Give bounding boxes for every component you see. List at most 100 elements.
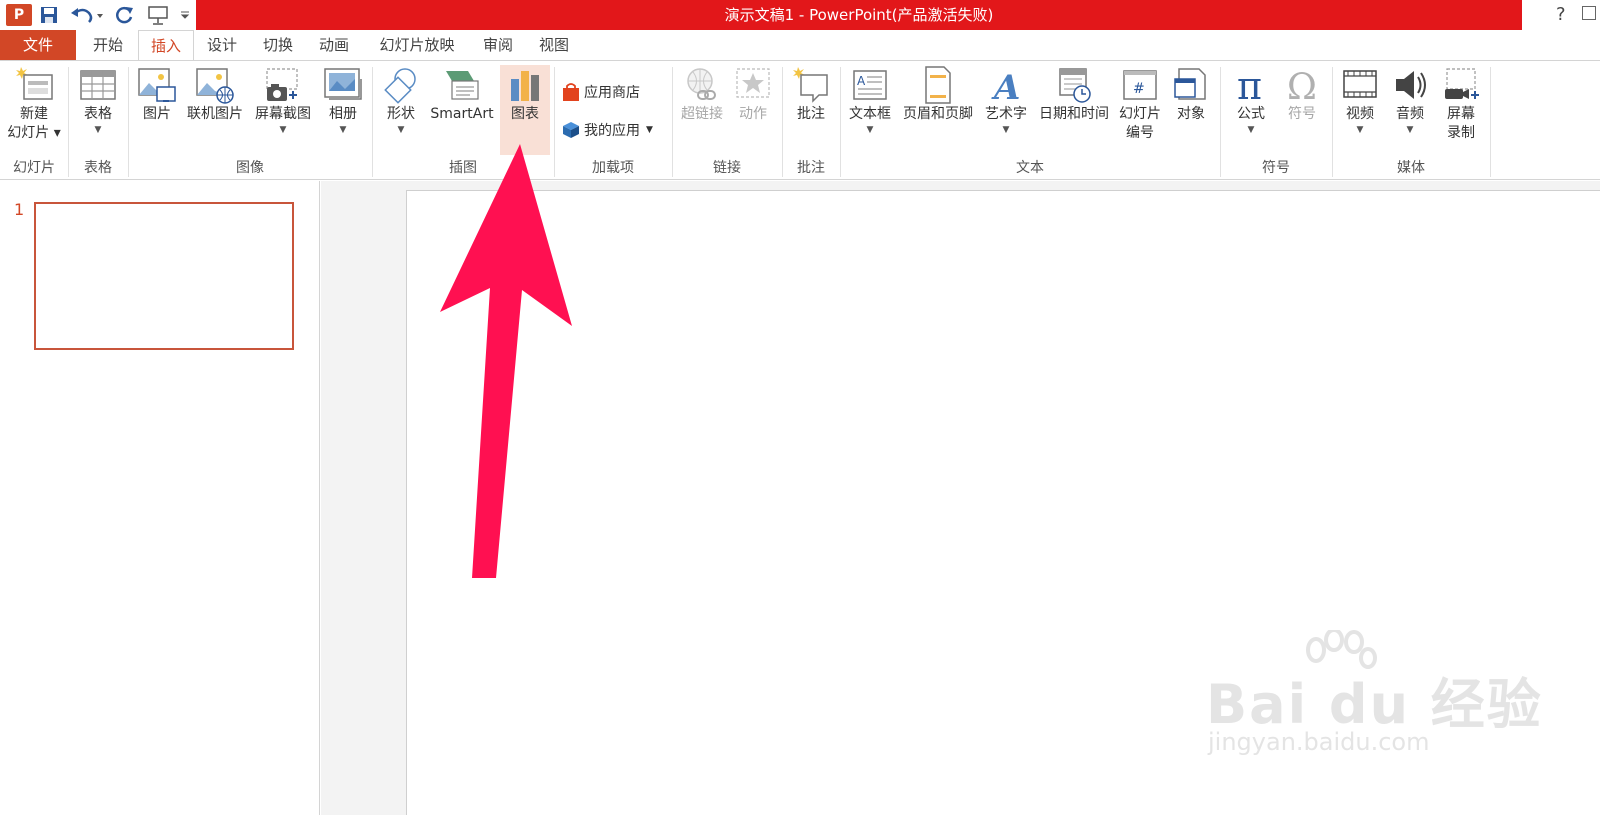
redo-button[interactable] [112, 4, 138, 26]
smartart-button[interactable]: SmartArt [426, 65, 498, 124]
group-label-symbols: 符号 [1262, 160, 1290, 176]
tab-home[interactable]: 开始 [82, 30, 134, 60]
video-button[interactable]: 视频 ▼ [1336, 65, 1384, 136]
tab-review[interactable]: 审阅 [472, 30, 524, 60]
shapes-label: 形状 [387, 106, 415, 122]
group-label-comments: 批注 [797, 160, 825, 176]
new-slide-icon [16, 67, 53, 100]
new-slide-label-2-text: 幻灯片 [7, 125, 50, 141]
symbol-label: 符号 [1288, 106, 1316, 122]
online-picture-button[interactable]: 联机图片 [182, 65, 248, 124]
group-label-image: 图像 [236, 160, 264, 176]
bar-chart-icon [511, 71, 539, 101]
header-footer-label: 页眉和页脚 [903, 106, 973, 122]
dropdown-arrow-icon: ▼ [279, 125, 287, 135]
object-label: 对象 [1177, 106, 1205, 122]
screenshot-button[interactable]: 屏幕截图 ▼ [250, 65, 316, 136]
slide-thumbnail[interactable] [34, 202, 294, 350]
help-button[interactable]: ? [1556, 4, 1566, 25]
dropdown-arrow-icon: ▼ [94, 125, 102, 135]
tab-design[interactable]: 设计 [196, 30, 248, 60]
equation-label: 公式 [1237, 106, 1265, 122]
header-footer-button[interactable]: 页眉和页脚 [898, 65, 978, 124]
shapes-icon [384, 68, 416, 104]
wordart-label: 艺术字 [985, 106, 1027, 122]
speaker-icon [1396, 71, 1426, 99]
title-bar: 演示文稿1 - PowerPoint(产品激活失败) P ? [0, 0, 1600, 30]
picture-label: 图片 [143, 106, 171, 122]
my-apps-button[interactable]: 我的应用 ▼ [560, 117, 668, 143]
object-button[interactable]: 对象 [1168, 65, 1214, 124]
my-apps-icon [563, 122, 579, 138]
dropdown-arrow-icon: ▼ [1247, 125, 1255, 135]
customize-qat-button[interactable] [178, 4, 192, 26]
picture-icon [138, 68, 176, 102]
undo-button[interactable] [68, 4, 106, 26]
equation-button[interactable]: π 公式 ▼ [1226, 65, 1276, 136]
tab-file[interactable]: 文件 [0, 30, 76, 60]
shapes-button[interactable]: 形状 ▼ [378, 65, 424, 136]
comment-button[interactable]: 批注 [786, 65, 836, 124]
powerpoint-logo-icon[interactable]: P [6, 4, 32, 26]
action-star-icon [736, 68, 770, 98]
dropdown-arrow-icon: ▼ [646, 125, 653, 135]
hyperlink-globe-icon [687, 68, 716, 100]
slide-number-label-1: 幻灯片 [1119, 106, 1161, 122]
textbox-icon: A [853, 70, 887, 100]
chart-button[interactable]: 图表 [500, 65, 550, 155]
smartart-label: SmartArt [430, 106, 494, 122]
screen-recording-button[interactable]: 屏幕 录制 [1436, 65, 1486, 143]
online-picture-icon [196, 68, 234, 104]
slide-number-button[interactable]: # 幻灯片 编号 [1114, 65, 1166, 143]
group-label-media: 媒体 [1397, 160, 1425, 176]
save-button[interactable] [38, 4, 60, 26]
action-button[interactable]: 动作 [730, 65, 776, 124]
screen-recording-label-2: 录制 [1447, 125, 1475, 141]
group-label-table: 表格 [84, 160, 112, 176]
my-apps-label: 我的应用 [584, 123, 640, 139]
app-store-button[interactable]: 应用商店 [560, 79, 668, 105]
ribbon: 新建 幻灯片 ▾ 幻灯片 表格 ▼ 表格 图片 联机图片 屏幕截图 ▼ 相册 ▼… [0, 60, 1600, 180]
dropdown-arrow-icon: ▼ [1356, 125, 1364, 135]
picture-button[interactable]: 图片 [134, 65, 180, 124]
chart-label: 图表 [511, 106, 539, 122]
header-footer-icon [925, 66, 951, 104]
hyperlink-label: 超链接 [681, 106, 723, 122]
screen-recording-label-1: 屏幕 [1447, 106, 1475, 122]
photo-album-icon [324, 68, 362, 100]
audio-label: 音频 [1396, 106, 1424, 122]
wordart-button[interactable]: A 艺术字 ▼ [980, 65, 1032, 136]
camera-icon [266, 68, 298, 101]
comment-label: 批注 [797, 106, 825, 122]
svg-text:Ω: Ω [1287, 67, 1317, 105]
group-label-links: 链接 [713, 160, 741, 176]
group-label-text: 文本 [1016, 160, 1044, 176]
dropdown-arrow-icon: ▼ [339, 125, 347, 135]
presentation-icon [148, 6, 168, 25]
symbol-button[interactable]: Ω 符号 [1278, 65, 1326, 124]
group-separator [1490, 67, 1491, 177]
table-button[interactable]: 表格 ▼ [72, 65, 124, 136]
tab-animations[interactable]: 动画 [308, 30, 360, 60]
tab-transitions[interactable]: 切换 [252, 30, 304, 60]
screenshot-label: 屏幕截图 [255, 106, 311, 122]
table-label: 表格 [84, 106, 112, 122]
slideshow-from-start-button[interactable] [144, 4, 174, 26]
album-button[interactable]: 相册 ▼ [318, 65, 368, 136]
textbox-button[interactable]: A 文本框 ▼ [844, 65, 896, 136]
ribbon-tabs: 文件 开始 插入 设计 切换 动画 幻灯片放映 审阅 视图 [0, 30, 1600, 60]
new-slide-button[interactable]: 新建 幻灯片 ▾ [2, 65, 66, 143]
object-icon [1174, 68, 1206, 100]
hyperlink-button[interactable]: 超链接 [676, 65, 728, 124]
dropdown-arrow-icon: ▼ [1406, 125, 1414, 135]
datetime-button[interactable]: 日期和时间 [1034, 65, 1114, 124]
slide-number-label-2: 编号 [1126, 125, 1154, 141]
datetime-label: 日期和时间 [1039, 106, 1109, 122]
audio-button[interactable]: 音频 ▼ [1386, 65, 1434, 136]
tab-view[interactable]: 视图 [528, 30, 580, 60]
group-label-addins: 加载项 [592, 160, 634, 176]
tab-slideshow[interactable]: 幻灯片放映 [366, 30, 468, 60]
svg-text:#: # [1133, 81, 1145, 97]
restore-button[interactable] [1582, 6, 1596, 20]
tab-insert[interactable]: 插入 [138, 30, 194, 60]
